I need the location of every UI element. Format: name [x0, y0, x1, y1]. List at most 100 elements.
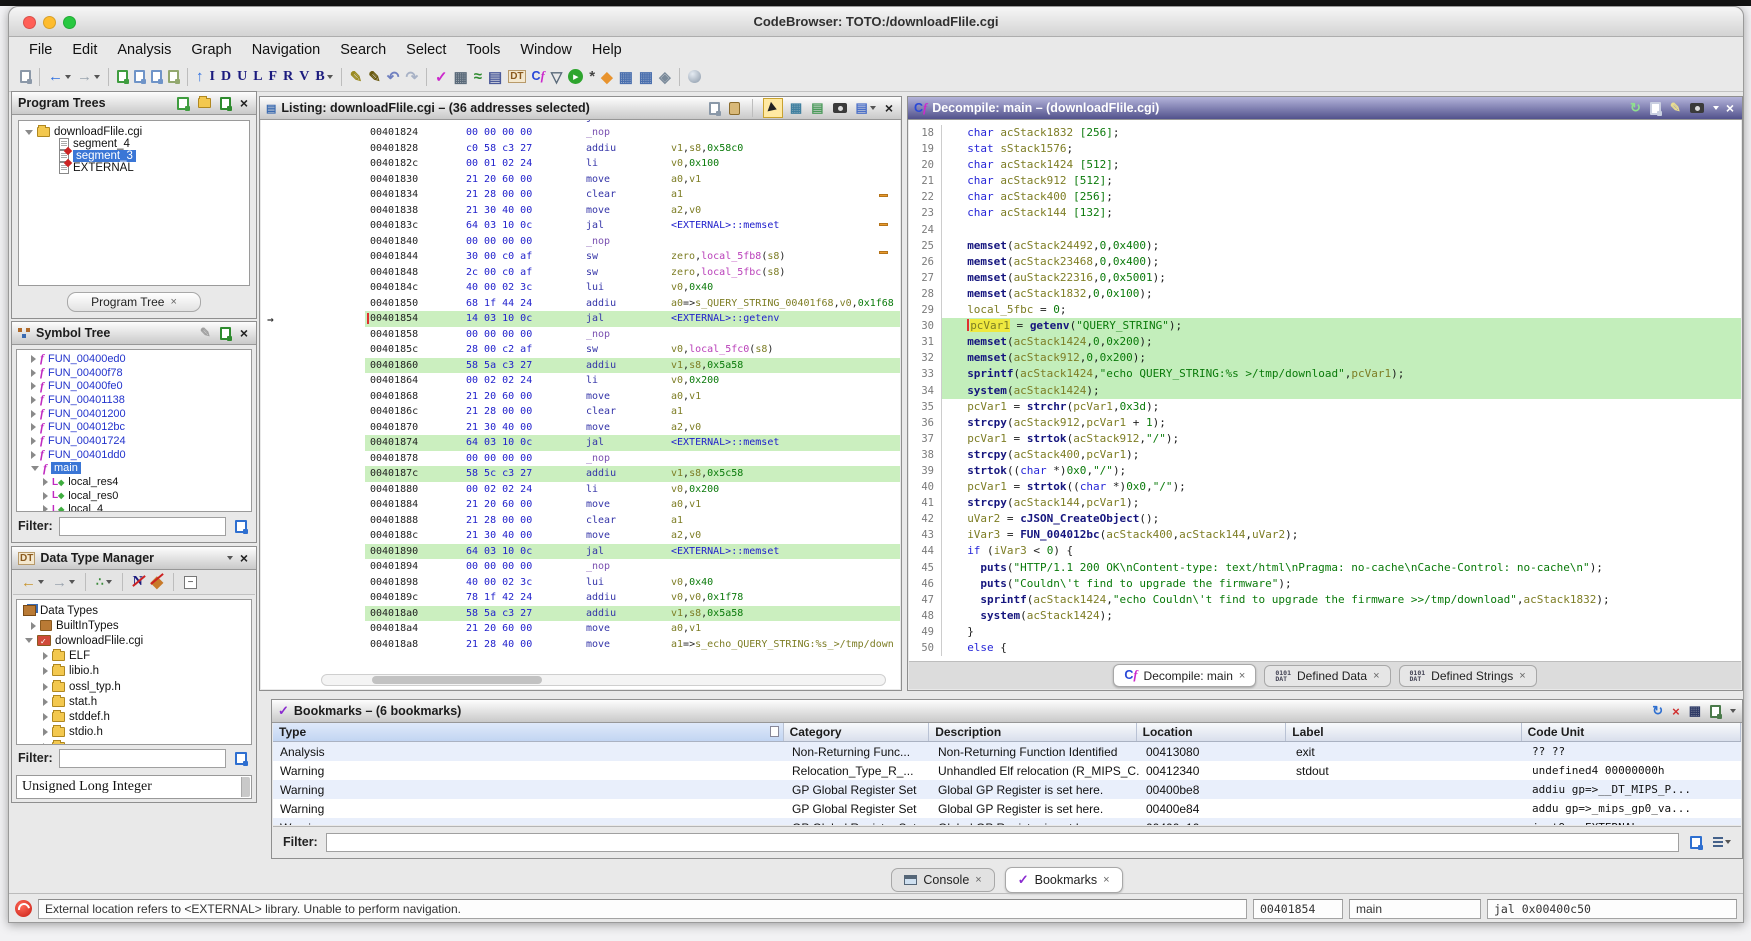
listing-row[interactable]: 004018482c 00 c0 afswzero,local_5fbc(s8): [261, 265, 900, 281]
listing-row[interactable]: 0040188821 28 00 00cleara1: [261, 513, 900, 529]
symbol-local_res0[interactable]: Llocal_res0: [17, 489, 251, 503]
decompile-line[interactable]: 34system(acStack1424);: [909, 383, 1741, 399]
mark-register-icon[interactable]: R: [280, 65, 296, 88]
mark-label-icon[interactable]: L: [250, 65, 265, 88]
table-row[interactable]: WarningRelocation_Type_R_...Unhandled El…: [273, 761, 1741, 780]
listing-row[interactable]: 0040186c21 28 00 00cleara1: [261, 404, 900, 420]
listing-row[interactable]: 0040182c00 01 02 24liv0,0x100: [261, 156, 900, 172]
decompile-line[interactable]: 36strcpy(acStack912,pcVar1 + 1);: [909, 415, 1741, 431]
export-tree-icon[interactable]: [218, 94, 233, 112]
tab-bookmarks[interactable]: ✓Bookmarks×: [1005, 867, 1123, 893]
dtm-node-stat.h[interactable]: stat.h: [17, 694, 251, 709]
symbol-FUN_00401200[interactable]: fFUN_00401200: [17, 407, 251, 421]
listing-row[interactable]: 004018a421 20 60 00movea0,v1: [261, 621, 900, 637]
decompile-line[interactable]: 42uVar2 = cJSON_CreateObject();: [909, 511, 1741, 527]
listing-row[interactable]: 0040188421 20 60 00movea0,v1: [261, 497, 900, 513]
listing-row[interactable]: 0040187800 00 00 00_nop: [261, 451, 900, 467]
dtm-forward-icon[interactable]: →: [49, 571, 78, 594]
bookmarks-filter-input[interactable]: [326, 833, 1679, 852]
dtm-node-builtin[interactable]: BuiltInTypes: [17, 618, 251, 633]
symbol-FUN_00400fe0[interactable]: fFUN_00400fe0: [17, 379, 251, 393]
menu-select[interactable]: Select: [396, 40, 456, 60]
decompile-line[interactable]: 27memset(auStack22316,0,0x5001);: [909, 270, 1741, 286]
decompile-line[interactable]: 41strcpy(acStack144,pcVar1);: [909, 495, 1741, 511]
decompile-line[interactable]: 20char acStack1424 [512];: [909, 157, 1741, 173]
defined-strings-icon[interactable]: ▦: [636, 65, 656, 88]
decompile-body[interactable]: 18char acStack1832 [256];19stat sStack15…: [909, 120, 1741, 661]
symbol-main[interactable]: fmain: [17, 462, 251, 476]
edit-symbol-icon[interactable]: ✎: [198, 324, 213, 342]
tab-close-icon[interactable]: ×: [1239, 670, 1245, 682]
merge-program-icon[interactable]: [165, 65, 182, 88]
listing-row[interactable]: 0040185414 03 10 0cjal<EXTERNAL>::getenv…: [261, 311, 900, 327]
save-icon[interactable]: [17, 65, 34, 88]
dtm-tree[interactable]: Data TypesBuiltInTypesdownloadFlile.cgiE…: [16, 599, 252, 745]
menu-help[interactable]: Help: [582, 40, 632, 60]
back-arrow-icon[interactable]: ←: [45, 65, 74, 88]
close-panel-icon[interactable]: ×: [883, 99, 895, 117]
listing-row[interactable]: 0040185068 1f 44 24addiua0=>s_QUERY_STRI…: [261, 296, 900, 312]
dtm-node-root[interactable]: Data Types: [17, 603, 251, 618]
edit-fields-icon[interactable]: ▦: [788, 99, 804, 117]
dtm-filter-options-icon[interactable]: [232, 749, 250, 767]
tree-node-segment_4[interactable]: segment_4: [19, 138, 249, 150]
sphere-icon[interactable]: [685, 65, 704, 88]
table-options-icon[interactable]: ▦: [1687, 702, 1703, 720]
tab-close-icon[interactable]: ×: [1103, 874, 1109, 886]
bug-icon[interactable]: *: [586, 65, 598, 88]
dtm-selected-type[interactable]: Unsigned Long Integer: [16, 775, 252, 799]
decompile-line[interactable]: 33sprintf(acStack1424,"echo QUERY_STRING…: [909, 366, 1741, 382]
tab-defined-strings[interactable]: 0101DATDefined Strings×: [1399, 665, 1537, 687]
listing-row[interactable]: 0040187021 30 40 00movea2,v0: [261, 420, 900, 436]
listing-row[interactable]: 0040186400 02 02 24liv0,0x200: [261, 373, 900, 389]
listing-row[interactable]: 0040186058 5a c3 27addiuv1,s8,0x5a58: [261, 358, 900, 374]
copy-icon[interactable]: [707, 99, 722, 117]
column-header-label[interactable]: Label: [1286, 723, 1521, 741]
checker-icon[interactable]: ◈: [656, 65, 674, 88]
column-header-category[interactable]: Category: [784, 723, 930, 741]
copy-program-icon[interactable]: [131, 65, 148, 88]
copy-icon[interactable]: [1648, 99, 1663, 117]
listing-row[interactable]: 0040183c64 03 10 0cjal<EXTERNAL>::memset: [261, 218, 900, 234]
bookmarks-rows[interactable]: AnalysisNon-Returning Func...Non-Returni…: [273, 742, 1741, 825]
dtm-node-libio.h[interactable]: libio.h: [17, 664, 251, 679]
decompile-line[interactable]: 40pcVar1 = strtok((char *)0x0,"/");: [909, 479, 1741, 495]
tab-decompile-main[interactable]: CfDecompile: main×: [1113, 664, 1256, 687]
close-panel-icon[interactable]: ×: [1724, 99, 1736, 117]
script-manager-icon[interactable]: ≈: [471, 65, 485, 88]
listing-row[interactable]: 0040183421 28 00 00cleara1: [261, 187, 900, 203]
symbol-tree-content[interactable]: fFUN_00400ed0fFUN_00400f78fFUN_00400fe0f…: [16, 349, 252, 512]
undo-icon[interactable]: ↶: [384, 65, 403, 88]
dtm-collapse-all-icon[interactable]: −: [181, 571, 200, 594]
decompile-line[interactable]: 46puts("Couldn\'t find to upgrade the fi…: [909, 576, 1741, 592]
listing-row[interactable]: 0040187c58 5c c3 27addiuv1,s8,0x5c58: [261, 466, 900, 482]
tab-defined-data[interactable]: 0101DATDefined Data×: [1264, 665, 1390, 687]
dtm-back-icon[interactable]: ←: [18, 571, 47, 594]
new-tree-icon[interactable]: [175, 94, 191, 112]
decompile-line[interactable]: 49}: [909, 624, 1741, 640]
mark-data-icon[interactable]: D: [218, 65, 234, 88]
data-window-icon[interactable]: ▤: [485, 65, 505, 88]
decompile-line[interactable]: 48system(acStack1424);: [909, 608, 1741, 624]
tab-program-tree[interactable]: Program Tree ×: [67, 292, 201, 312]
open-folder-icon[interactable]: [196, 94, 213, 112]
annotate-icon[interactable]: ✎: [365, 65, 384, 88]
forward-arrow-icon[interactable]: →: [74, 65, 103, 88]
listing-row[interactable]: 004018a821 28 40 00movea1=>s_echo_QUERY_…: [261, 637, 900, 653]
tab-close-icon[interactable]: ×: [1519, 670, 1525, 682]
decompile-line[interactable]: 37pcVar1 = strtok(acStack912,"/");: [909, 431, 1741, 447]
paste-icon[interactable]: [727, 99, 742, 117]
menu-edit[interactable]: Edit: [62, 40, 107, 60]
column-header-code-unit[interactable]: Code Unit: [1522, 723, 1741, 741]
patch-icon[interactable]: ✎: [347, 65, 366, 88]
decompile-line[interactable]: 22char acStack400 [256];: [909, 189, 1741, 205]
menu-search[interactable]: Search: [330, 40, 396, 60]
dtm-combo-scrollbar[interactable]: [241, 777, 250, 797]
decompile-line[interactable]: 19stat sStack1576;: [909, 141, 1741, 157]
cursor-tool-icon[interactable]: [763, 98, 783, 118]
diff-view-icon[interactable]: ▤: [809, 99, 825, 117]
decompile-line[interactable]: 29local_5fbc = 0;: [909, 302, 1741, 318]
program-tree-content[interactable]: downloadFlile.cgisegment_4segment_3EXTER…: [18, 120, 250, 286]
tab-close-icon[interactable]: ×: [975, 874, 981, 886]
navigate-up-icon[interactable]: ↑: [193, 65, 207, 88]
